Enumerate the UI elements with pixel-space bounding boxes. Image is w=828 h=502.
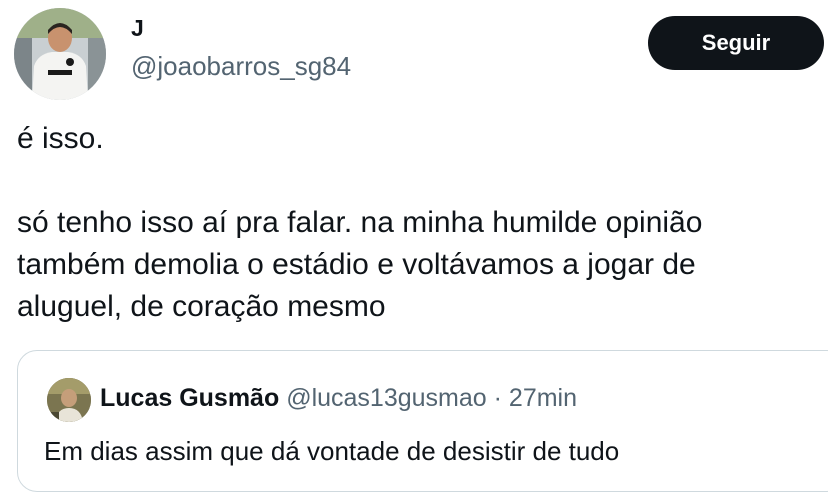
quote-author-avatar[interactable]: [47, 378, 91, 422]
separator-dot: ·: [493, 384, 502, 412]
tweet-text-line: também demolia o estádio e voltávamos a …: [17, 248, 696, 281]
follow-button[interactable]: Seguir: [648, 16, 824, 70]
quote-author-name[interactable]: Lucas Gusmão: [100, 384, 279, 412]
quote-author-handle[interactable]: @lucas13gusmao: [286, 384, 487, 412]
tweet: J @joaobarros_sg84 Seguir é isso. só ten…: [0, 0, 828, 502]
tweet-text-line: aluguel, de coração mesmo: [17, 290, 386, 323]
quote-header: Lucas Gusmão @lucas13gusmao · 27min: [100, 383, 577, 413]
author-name[interactable]: J: [131, 14, 144, 42]
quoted-tweet-card[interactable]: Lucas Gusmão @lucas13gusmao · 27min Em d…: [17, 350, 828, 492]
tweet-text-line: só tenho isso aí pra falar. na minha hum…: [17, 206, 703, 239]
tweet-text: é isso. só tenho isso aí pra falar. na m…: [17, 118, 817, 328]
quote-text: Em dias assim que dá vontade de desistir…: [44, 436, 620, 466]
author-avatar[interactable]: [14, 8, 106, 100]
quote-timestamp[interactable]: 27min: [509, 384, 577, 412]
tweet-text-line: é isso.: [17, 122, 104, 155]
author-handle[interactable]: @joaobarros_sg84: [131, 50, 351, 82]
